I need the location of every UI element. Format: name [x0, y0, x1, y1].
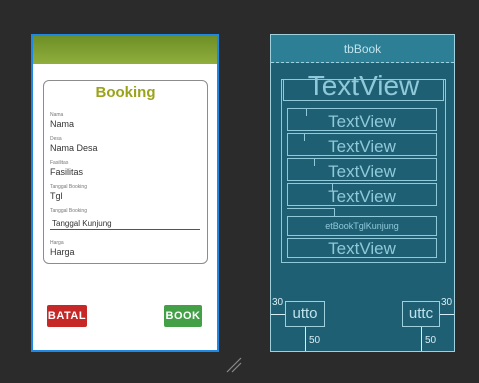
left-bottom-arrow [305, 327, 306, 351]
fasilitas-label: Fasilitas [50, 160, 69, 166]
desa-value: Nama Desa [50, 143, 98, 153]
blueprint-book-button[interactable]: uttc [402, 301, 440, 327]
desa-label: Desa [50, 136, 62, 142]
tanggal-booking-label: Tanggal Booking [50, 184, 87, 190]
booking-card: Booking Nama Nama Desa Nama Desa Fasilit… [43, 80, 208, 264]
batal-button[interactable]: BATAL [47, 305, 87, 327]
blueprint-toolbar-label: tbBook [343, 42, 382, 56]
tanggal-kunjung-input[interactable]: Tanggal Kunjung [50, 218, 200, 230]
blueprint-toolbar[interactable]: tbBook [271, 35, 454, 63]
design-preview[interactable]: Booking Nama Nama Desa Nama Desa Fasilit… [31, 34, 219, 352]
harga-value: Harga [50, 247, 75, 257]
tanggal-booking-value: Tgl [50, 191, 63, 201]
blueprint-edittext-label [287, 208, 335, 216]
left-bottom-value: 50 [309, 335, 321, 346]
blueprint-last-row-text: TextView [328, 239, 396, 258]
right-bottom-value: 50 [425, 335, 437, 346]
harga-label: Harga [50, 240, 64, 246]
nama-value: Nama [50, 119, 75, 129]
blueprint-edittext-id: etBookTglKunjung [325, 221, 399, 231]
fasilitas-value: Fasilitas [50, 167, 84, 177]
right-margin-value: 30 [441, 297, 453, 308]
blueprint-row-2-text: TextView [328, 137, 396, 156]
tanggal-kunjung-label: Tanggal Booking [50, 208, 87, 214]
blueprint-batal-button[interactable]: utto [285, 301, 325, 327]
left-margin-value: 30 [272, 297, 284, 308]
right-margin-arrow [440, 314, 454, 315]
blueprint-title-text: TextView [307, 70, 420, 101]
book-button[interactable]: BOOK [164, 305, 202, 327]
blueprint-preview[interactable]: tbBook TextView TextView TextView TextVi… [270, 34, 455, 352]
app-toolbar[interactable] [33, 36, 217, 64]
booking-title: Booking [95, 84, 156, 101]
blueprint-row-3-text: TextView [328, 162, 396, 181]
blueprint-row-1-text: TextView [328, 112, 396, 131]
blueprint-row-4-text: TextView [328, 187, 396, 206]
nama-label: Nama [50, 112, 64, 118]
right-bottom-arrow [421, 327, 422, 351]
resize-handle-icon[interactable] [223, 352, 245, 374]
left-margin-arrow [271, 314, 285, 315]
